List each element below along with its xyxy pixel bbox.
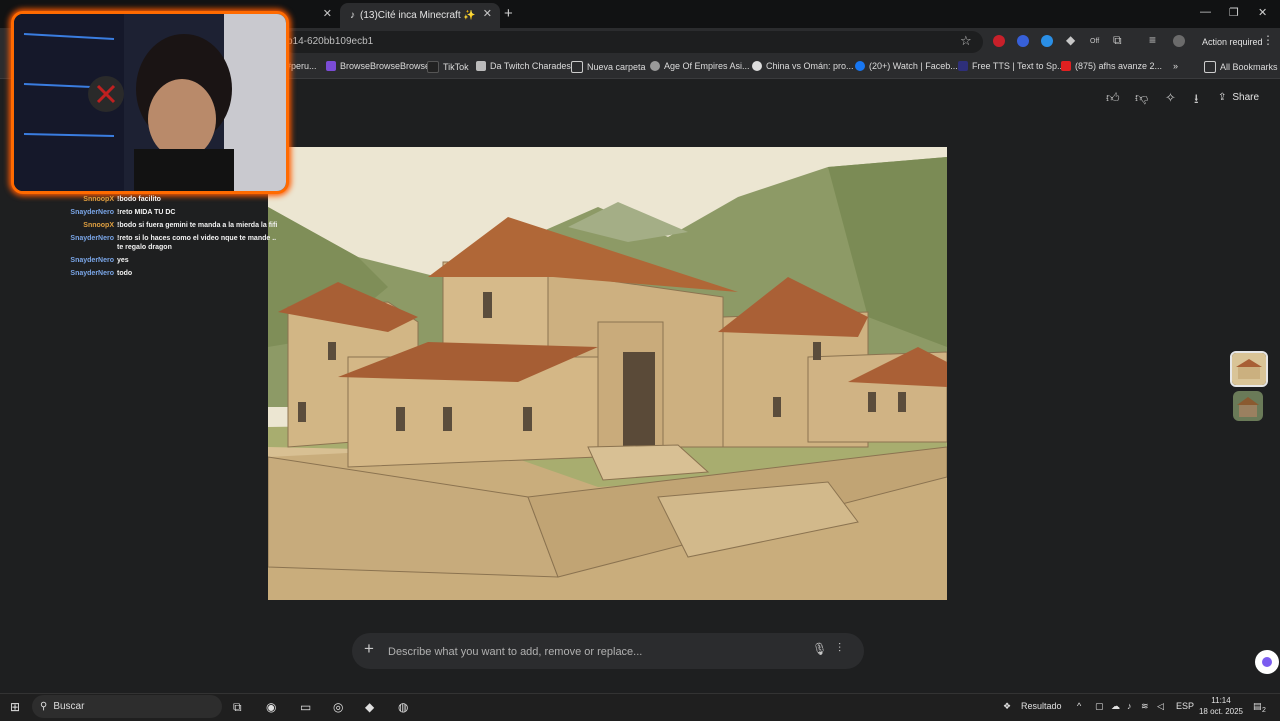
microphone-icon[interactable]: 🎙︎ bbox=[812, 642, 827, 656]
media-controls-icon[interactable]: ≡ bbox=[1149, 33, 1156, 47]
all-bookmarks[interactable]: All Bookmarks bbox=[1204, 61, 1278, 73]
profile-avatar[interactable] bbox=[1173, 35, 1185, 47]
bookmark-item[interactable]: Age Of Empires Asi... bbox=[650, 61, 750, 71]
bookmark-item[interactable]: BrowseBrowseBrowse bbox=[326, 61, 430, 71]
image-thumbnail-selected[interactable] bbox=[1230, 351, 1268, 387]
extension-off-badge[interactable]: Off bbox=[1090, 38, 1099, 45]
notifications-icon[interactable]: ▤ bbox=[1253, 701, 1262, 712]
tab-active[interactable]: ♪ (13)Cité inca Minecraft ✨ IA ge ✕ bbox=[340, 3, 500, 28]
bookmark-item[interactable]: #peru... bbox=[286, 61, 317, 71]
mic-tray-icon[interactable]: ♪ bbox=[1127, 701, 1132, 711]
volume-icon[interactable]: ◁ bbox=[1157, 701, 1164, 712]
close-window-icon[interactable]: ✕ bbox=[1258, 6, 1267, 19]
language-indicator[interactable]: ESP bbox=[1176, 701, 1194, 711]
gemini-sparkle-button[interactable] bbox=[1255, 650, 1279, 674]
tiktok-icon bbox=[427, 61, 439, 73]
ball-icon bbox=[752, 61, 762, 71]
extension-diamond-icon[interactable]: ◆ bbox=[1066, 33, 1075, 47]
task-view-icon[interactable]: ⧉ bbox=[233, 700, 242, 715]
tray-overflow-icon[interactable]: ^ bbox=[1077, 701, 1081, 711]
tab-title: (13)Cité inca Minecraft ✨ IA ge bbox=[360, 10, 478, 21]
chat-message: SnayderNero todo bbox=[70, 270, 133, 277]
bookmark-item[interactable]: (875) afhs avanze 2... bbox=[1061, 61, 1162, 71]
bookmark-item[interactable]: China vs Omán: pro... bbox=[752, 61, 854, 71]
minecraft-icon[interactable]: ◆ bbox=[365, 700, 374, 714]
thumbs-down-icon[interactable]: 👎︎ bbox=[1135, 90, 1148, 106]
address-bar[interactable]: b14-620bb109ecb1 bbox=[283, 31, 983, 53]
youtube-icon bbox=[1061, 61, 1071, 71]
webcam-overlay bbox=[11, 11, 289, 194]
extension-lightblue-icon[interactable] bbox=[1041, 35, 1053, 47]
chat-message: SnnoopX !bodo facilito bbox=[83, 196, 161, 203]
tiktok-icon: ♪ bbox=[350, 10, 355, 21]
chrome-icon[interactable]: ◉ bbox=[266, 700, 276, 714]
bookmarks-overflow-icon[interactable]: » bbox=[1173, 61, 1178, 71]
windows-start-icon[interactable]: ⊞ bbox=[10, 700, 20, 714]
bookmark-item[interactable]: Nueva carpeta bbox=[571, 61, 646, 73]
bookmark-item[interactable]: Free TTS | Text to Sp... bbox=[958, 61, 1065, 71]
bookmark-item[interactable]: (20+) Watch | Faceb... bbox=[855, 61, 958, 71]
system-clock[interactable]: 11:14 18 oct. 2025 bbox=[1196, 695, 1246, 717]
bookmark-item[interactable]: TikTok bbox=[427, 61, 469, 73]
chat-message: SnayderNero !reto MIDA TU DC bbox=[70, 209, 176, 216]
search-icon: ⚲ bbox=[40, 701, 48, 712]
stream-chat: SnnoopX !bodo facilito SnayderNero !reto M… bbox=[62, 195, 282, 282]
prompt-input[interactable] bbox=[386, 641, 790, 663]
file-explorer-icon[interactable]: ▭ bbox=[300, 700, 311, 714]
restore-icon[interactable]: ❐ bbox=[1229, 6, 1239, 19]
prompt-bar: + 🎙︎ ⫶ bbox=[352, 633, 864, 669]
tts-icon bbox=[958, 61, 968, 71]
purple-app-icon bbox=[326, 61, 336, 71]
action-required-button[interactable]: Action required bbox=[1196, 32, 1266, 52]
generated-image[interactable] bbox=[268, 147, 947, 600]
app-icon[interactable]: ◎ bbox=[333, 700, 343, 714]
close-tab-icon[interactable]: ✕ bbox=[483, 7, 492, 20]
widget-icon[interactable]: ❖ bbox=[1003, 701, 1011, 712]
notification-count: 2 bbox=[1262, 707, 1266, 714]
new-tab-icon[interactable]: + bbox=[504, 5, 513, 22]
tray-icon[interactable]: ▢ bbox=[1095, 701, 1104, 712]
edit-sparkle-icon[interactable]: ✧ bbox=[1165, 90, 1176, 106]
taskbar-search[interactable]: ⚲ Buscar bbox=[32, 695, 222, 718]
thumbs-up-icon[interactable]: 👍︎ bbox=[1106, 90, 1120, 106]
widget-label[interactable]: Resultado bbox=[1021, 701, 1062, 711]
chat-message: SnnoopX !bodo si fuera gemini te manda a … bbox=[83, 222, 278, 229]
download-icon[interactable]: ⭳ bbox=[1194, 90, 1199, 112]
folder-icon bbox=[571, 61, 583, 73]
extension-blue-icon[interactable] bbox=[1017, 35, 1029, 47]
minimize-icon[interactable]: — bbox=[1200, 6, 1211, 18]
extensions-puzzle-icon[interactable]: ⧉ bbox=[1113, 33, 1122, 48]
share-button[interactable]: ⇪ Share bbox=[1218, 86, 1274, 110]
folder-icon bbox=[1204, 61, 1216, 73]
kebab-menu-icon[interactable]: ⋮ bbox=[1262, 33, 1274, 47]
wifi-icon[interactable]: ≋ bbox=[1141, 701, 1149, 712]
chat-message: SnayderNero !reto si lo haces como el vid… bbox=[70, 235, 277, 251]
chat-message: SnayderNero yes bbox=[70, 257, 129, 264]
share-icon: ⇪ bbox=[1218, 92, 1227, 103]
facebook-icon bbox=[855, 61, 865, 71]
url-text: b14-620bb109ecb1 bbox=[287, 36, 374, 47]
bookmark-item[interactable]: Da Twitch Charades bbox=[476, 61, 571, 71]
discord-icon[interactable]: ◍ bbox=[398, 700, 408, 714]
add-attachment-icon[interactable]: + bbox=[364, 639, 374, 659]
network-cloud-icon[interactable]: ☁ bbox=[1111, 701, 1120, 712]
image-thumbnail[interactable] bbox=[1233, 391, 1263, 421]
globe-icon bbox=[650, 61, 660, 71]
close-tab-icon[interactable]: ✕ bbox=[323, 7, 332, 20]
extension-red-icon[interactable] bbox=[993, 35, 1005, 47]
twitch-icon bbox=[476, 61, 486, 71]
bookmark-star-icon[interactable]: ☆ bbox=[960, 33, 972, 49]
voice-mode-icon[interactable]: ⫶ bbox=[838, 641, 841, 656]
